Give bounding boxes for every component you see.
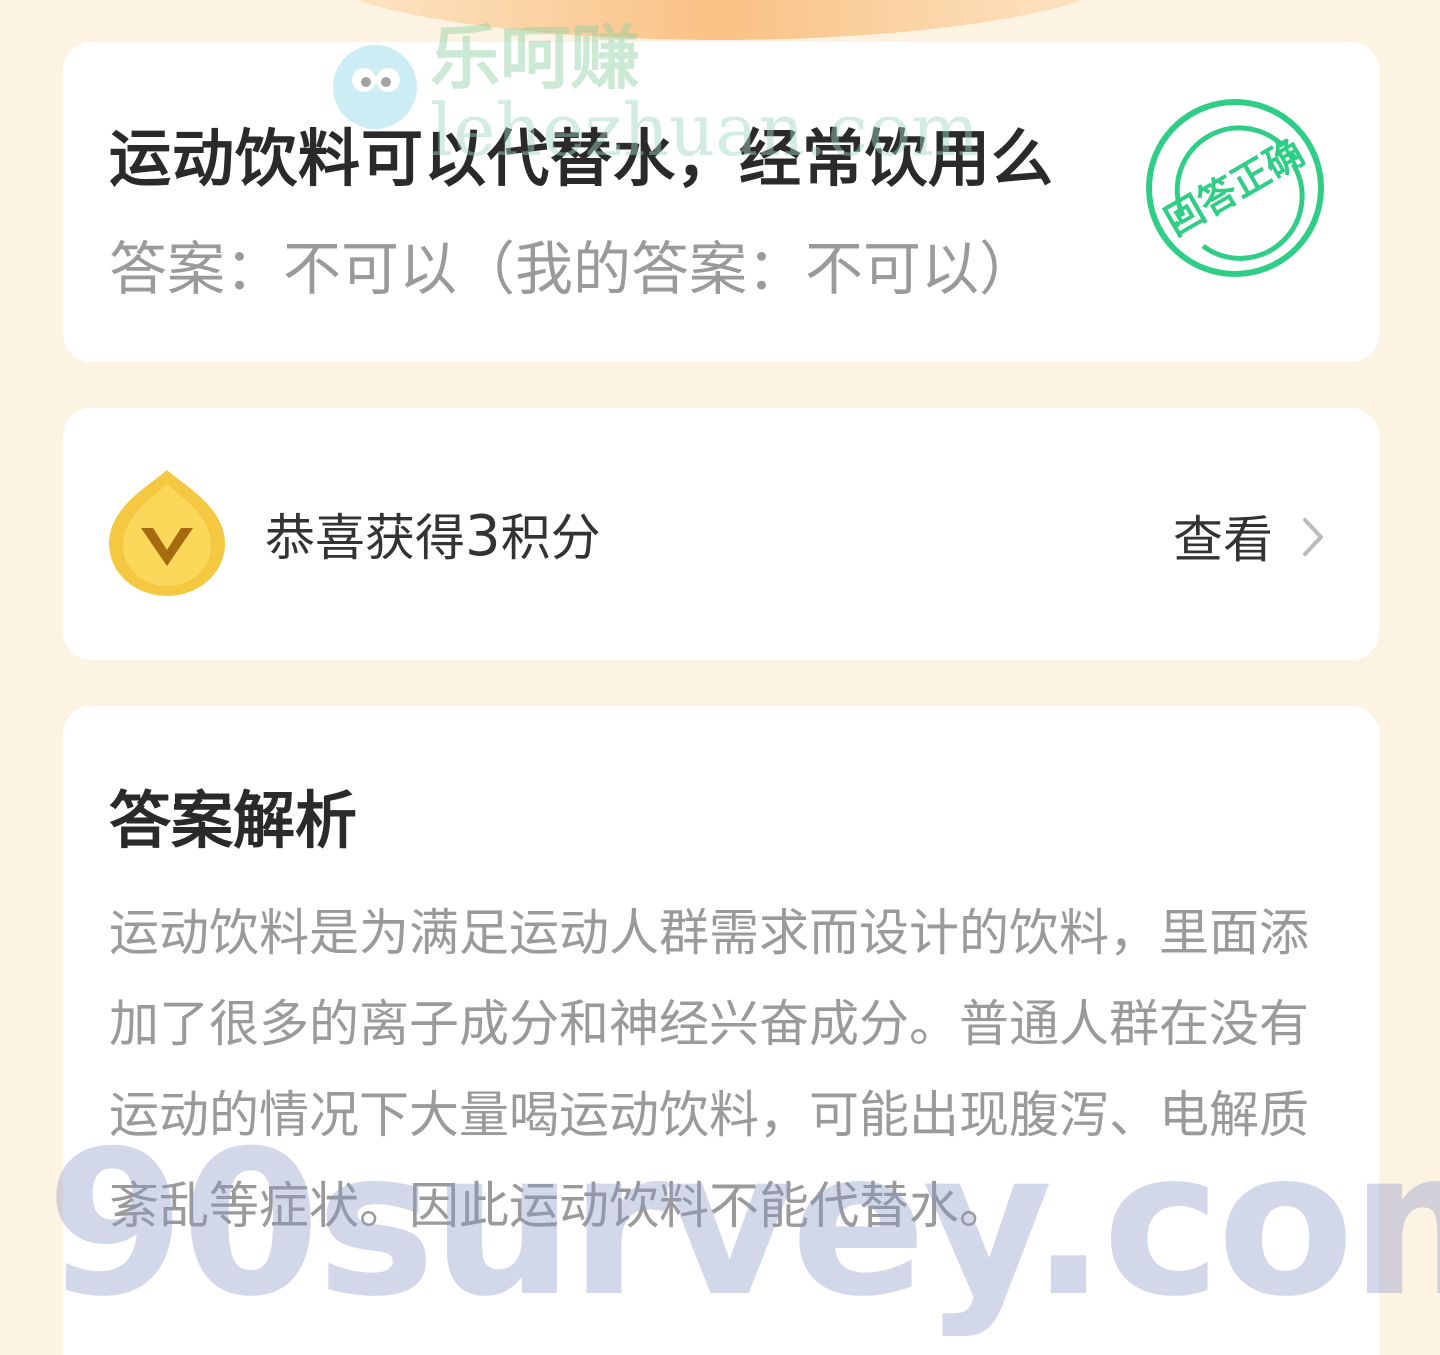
watermark-en: lehezhuan.com <box>430 88 980 172</box>
reward-prefix: 恭喜获得 <box>265 509 465 567</box>
reward-text: 恭喜获得3积分 <box>265 498 601 570</box>
reward-points: 3 <box>465 504 501 569</box>
watermark-face-icon <box>333 45 417 129</box>
top-watermark: 乐呵赚 lehezhuan.com <box>330 0 1130 175</box>
view-button[interactable]: 查看 <box>1173 500 1273 572</box>
answer-line: 答案：不可以（我的答案：不可以） <box>109 235 1038 303</box>
correct-stamp-icon: 回答正确 <box>1146 99 1324 277</box>
stamp-text: 回答正确 <box>1159 132 1312 244</box>
chevron-right-icon[interactable] <box>1299 516 1327 558</box>
reward-card[interactable]: 恭喜获得3积分 查看 <box>63 408 1379 660</box>
coin-icon <box>109 470 225 596</box>
bottom-watermark: 90survey.com <box>46 1108 1440 1341</box>
analysis-title: 答案解析 <box>109 784 358 857</box>
reward-suffix: 积分 <box>500 509 601 567</box>
